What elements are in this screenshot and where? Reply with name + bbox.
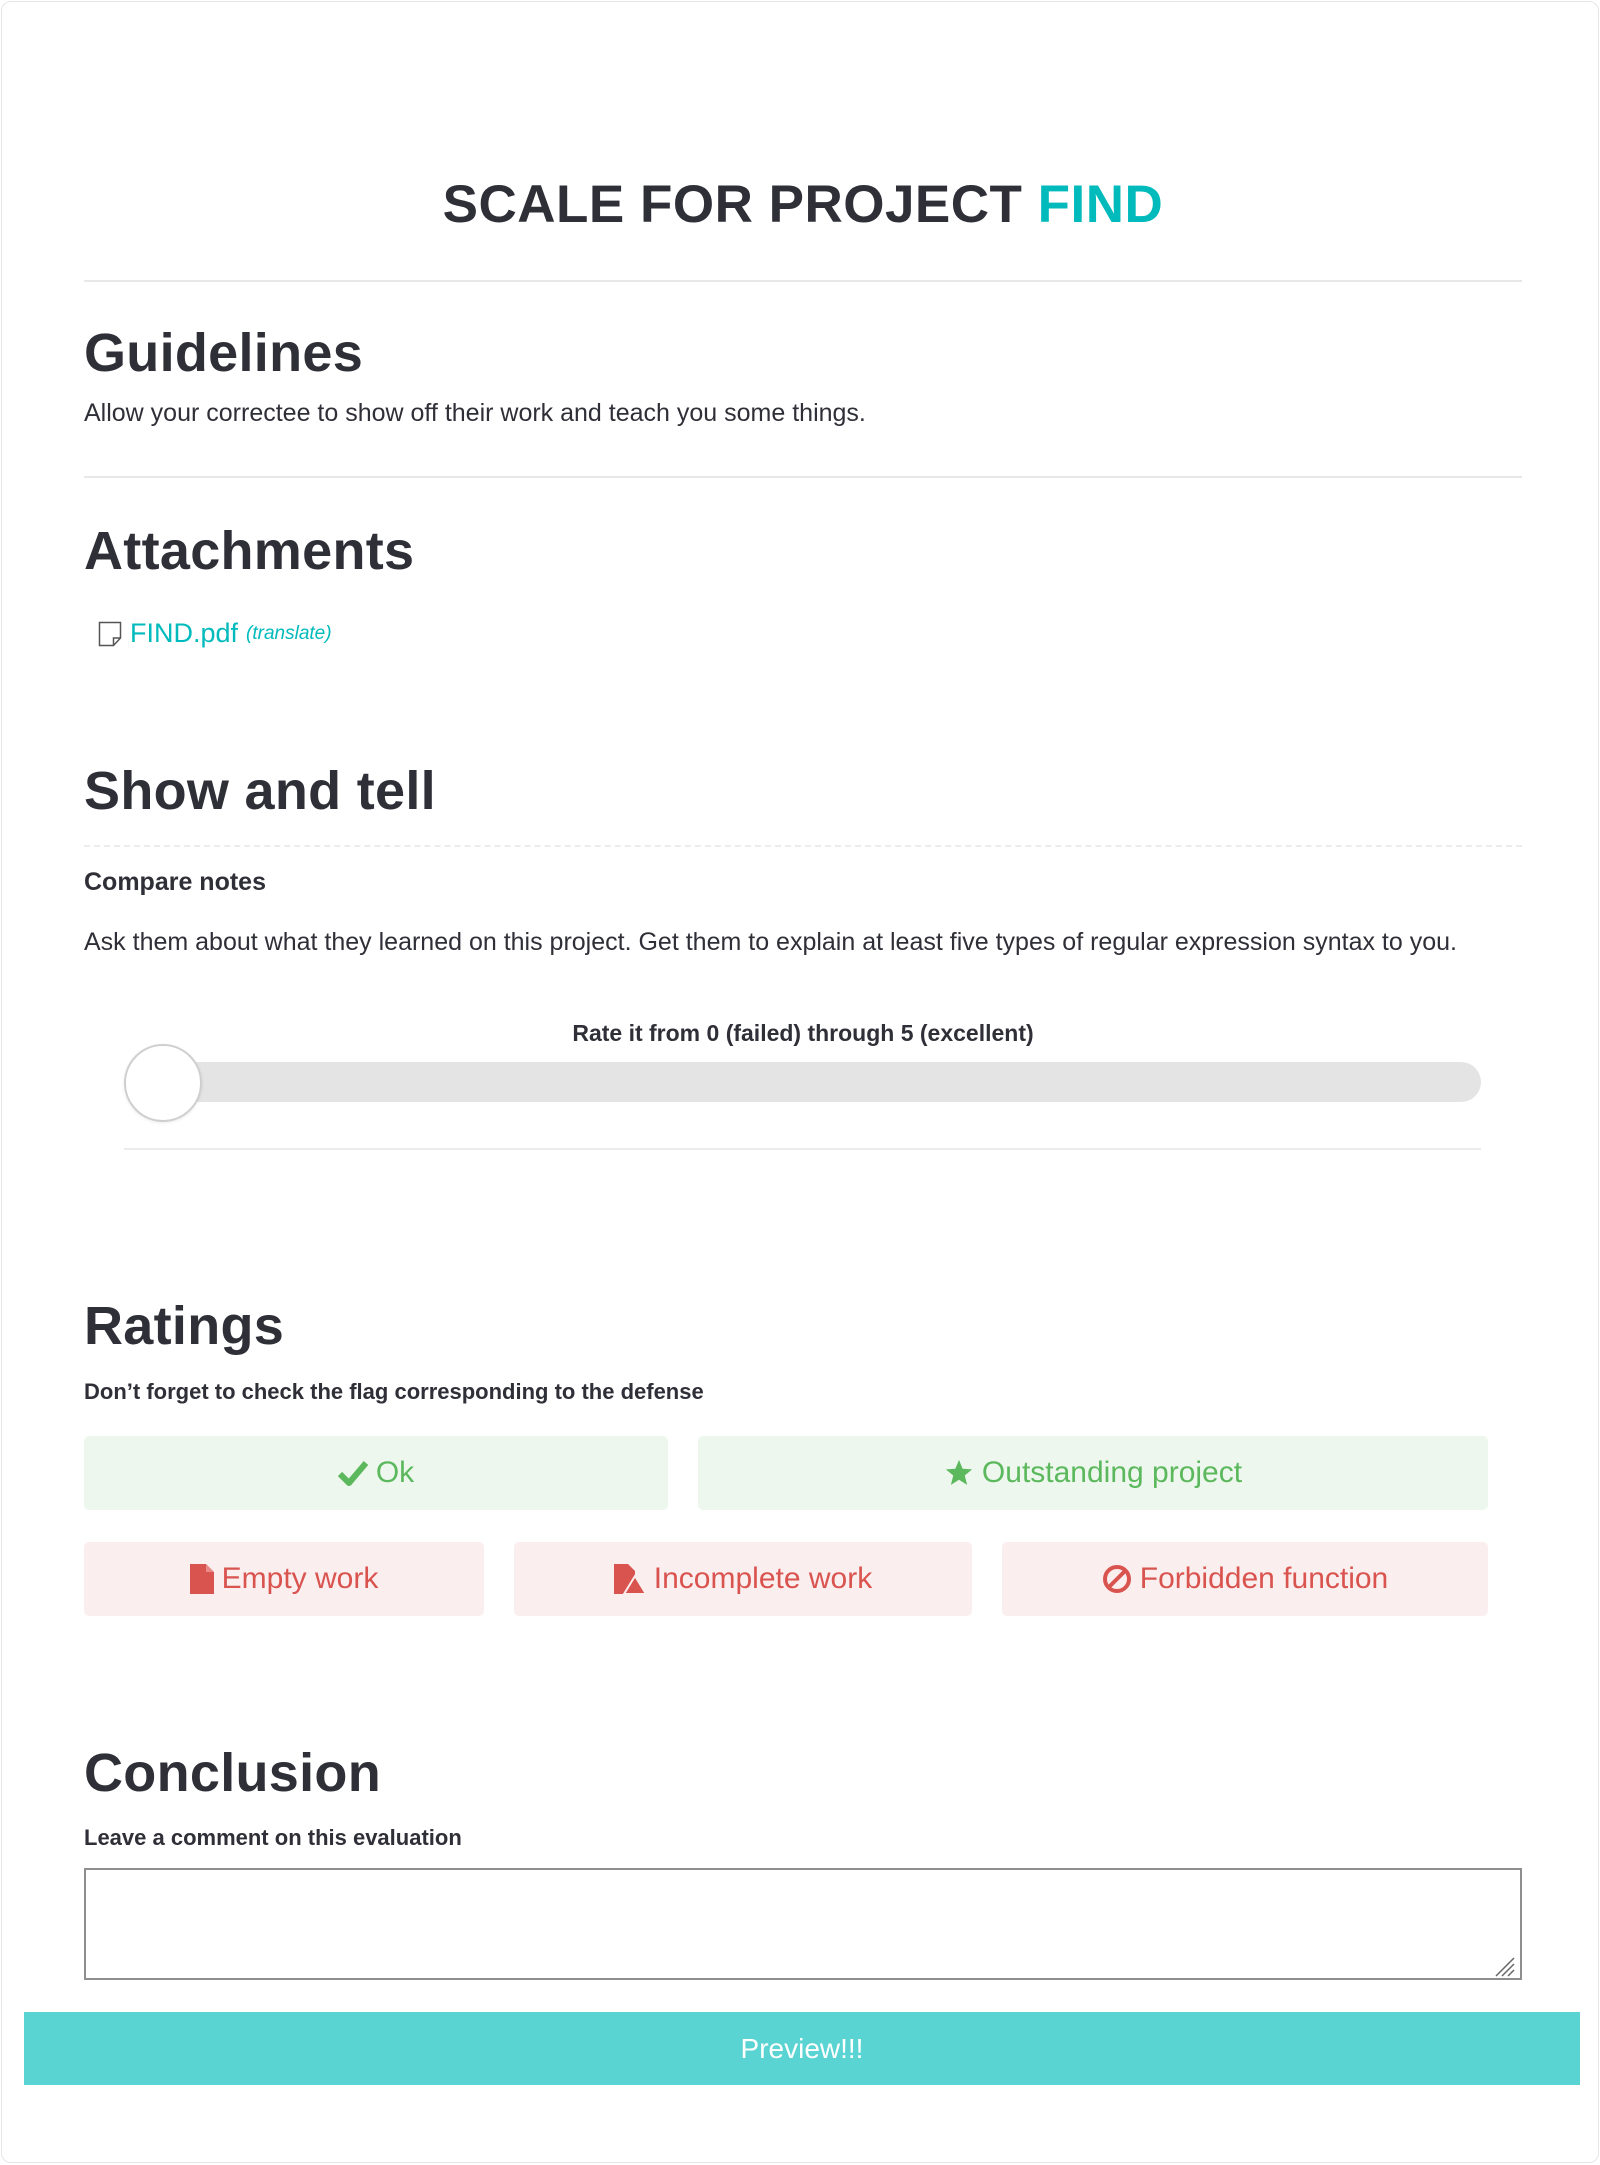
guidelines-heading: Guidelines xyxy=(84,323,364,383)
attachment-item: FIND.pdf (translate) xyxy=(98,618,332,649)
incomplete-work-flag-label: Incomplete work xyxy=(653,1562,873,1595)
divider xyxy=(124,1148,1481,1150)
project-name: FIND xyxy=(1037,175,1164,234)
question-text: Ask them about what they learned on this… xyxy=(84,928,1457,956)
conclusion-subtitle: Leave a comment on this evaluation xyxy=(84,1825,462,1850)
section-heading: Show and tell xyxy=(84,761,436,821)
ratings-heading: Ratings xyxy=(84,1296,285,1356)
empty-work-flag-label: Empty work xyxy=(221,1562,379,1595)
check-icon xyxy=(337,1460,368,1486)
empty-work-flag-button[interactable]: Empty work xyxy=(84,1542,484,1616)
file-icon xyxy=(98,621,122,646)
file-warning-icon xyxy=(613,1564,646,1594)
rating-slider-thumb[interactable] xyxy=(124,1044,202,1122)
outstanding-flag-button[interactable]: Outstanding project xyxy=(698,1436,1488,1510)
forbidden-function-flag-label: Forbidden function xyxy=(1139,1562,1389,1595)
preview-button[interactable]: Preview!!! xyxy=(24,2012,1580,2085)
divider xyxy=(84,280,1522,282)
ok-flag-button[interactable]: Ok xyxy=(84,1436,668,1510)
attachment-link[interactable]: FIND.pdf xyxy=(130,618,238,649)
page-title: SCALE FOR PROJECT FIND xyxy=(84,174,1522,235)
outstanding-flag-label: Outstanding project xyxy=(981,1456,1243,1489)
conclusion-heading: Conclusion xyxy=(84,1743,381,1803)
divider xyxy=(84,476,1522,478)
incomplete-work-flag-button[interactable]: Incomplete work xyxy=(514,1542,972,1616)
rate-label: Rate it from 0 (failed) through 5 (excel… xyxy=(572,1020,1034,1046)
scale-page: SCALE FOR PROJECT FIND Guidelines Allow … xyxy=(1,1,1599,2163)
file-icon xyxy=(189,1564,214,1594)
question-title: Compare notes xyxy=(84,868,266,896)
ban-icon xyxy=(1102,1564,1132,1594)
star-icon xyxy=(944,1458,974,1488)
page-title-prefix: SCALE FOR PROJECT xyxy=(442,175,1023,234)
ratings-subtitle: Don’t forget to check the flag correspon… xyxy=(84,1379,704,1404)
forbidden-function-flag-button[interactable]: Forbidden function xyxy=(1002,1542,1488,1616)
translate-link[interactable]: (translate) xyxy=(246,623,332,645)
comment-textarea[interactable] xyxy=(84,1868,1522,1980)
ok-flag-label: Ok xyxy=(375,1456,415,1489)
attachments-heading: Attachments xyxy=(84,521,415,581)
resize-grip-icon[interactable] xyxy=(1492,1954,1516,1978)
guidelines-text: Allow your correctee to show off their w… xyxy=(84,399,866,427)
divider xyxy=(84,845,1522,847)
rating-slider-track[interactable] xyxy=(124,1062,1481,1102)
